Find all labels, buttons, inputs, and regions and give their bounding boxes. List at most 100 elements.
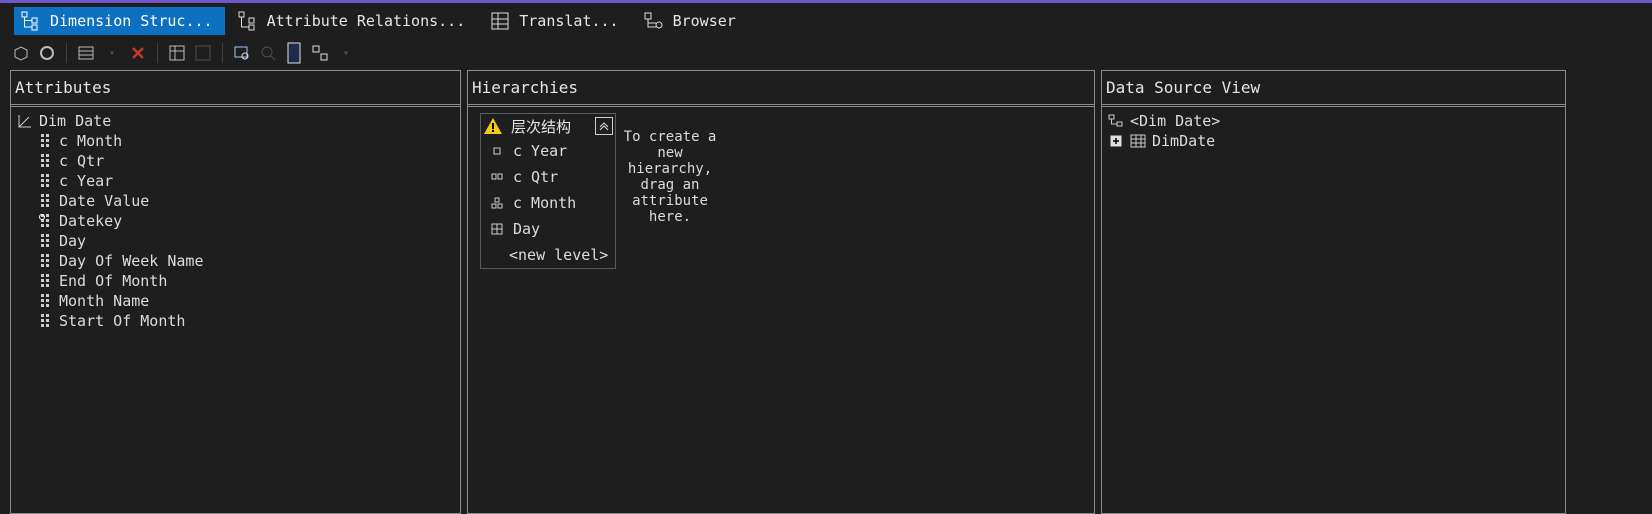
attribute-item[interactable]: c Month [17,131,460,151]
dimension-name: Dim Date [39,112,112,130]
dsv-table-label: DimDate [1152,132,1216,150]
dimension-root-item[interactable]: Dim Date [17,111,460,131]
dropdown-arrow-button[interactable]: ▾ [101,42,123,64]
level-two-icon [489,169,505,185]
table-view-icon [78,46,94,60]
attribute-label: c Qtr [59,152,105,170]
hint-line: here. [648,209,692,225]
cube-icon [14,46,28,61]
level-label: c Qtr [513,168,559,186]
hint-line: drag an [640,177,700,193]
arrange-dropdown-button[interactable]: ▾ [335,42,357,64]
hierarchy-title[interactable]: 层次结构 [481,114,615,138]
attribute-label: c Year [59,172,114,190]
attributes-panel: Attributes Dim Date c Month c Qtr c Year Da… [10,70,461,514]
diagram-icon [195,45,211,61]
toolbar-separator [66,43,67,63]
attribute-item[interactable]: End Of Month [17,271,460,291]
hierarchy-level-item[interactable]: c Year [481,138,615,164]
delete-icon [132,47,144,59]
find-table-icon [234,46,249,60]
hint-line: To create a [623,129,717,145]
tab-browser[interactable]: Browser [637,7,748,35]
data-source-view-panel: Data Source View <Dim Date> DimDate [1101,70,1566,514]
dsv-root-item[interactable]: <Dim Date> [1108,111,1565,131]
delete-button[interactable] [127,42,149,64]
attributes-tree: Dim Date c Month c Qtr c Year Date Value Dat… [11,107,460,331]
show-grid-button[interactable] [166,42,188,64]
dimension-structure-icon [21,11,38,31]
find-button[interactable] [231,42,253,64]
refresh-icon [40,46,54,60]
process-button[interactable] [36,42,58,64]
attribute-item[interactable]: c Qtr [17,151,460,171]
new-level-label: <new level> [509,246,609,264]
expand-plus-icon[interactable] [1108,133,1124,149]
attribute-item[interactable]: Date Value [17,191,460,211]
level-three-icon [489,195,505,211]
panel-header: Hierarchies [468,71,1094,107]
attribute-label: Start Of Month [59,312,186,330]
key-attribute-icon [37,213,53,229]
dsv-table-item[interactable]: DimDate [1108,131,1565,151]
tab-translations[interactable]: Translat... [483,7,630,35]
attribute-item[interactable]: Day [17,231,460,251]
attribute-item[interactable]: Day Of Week Name [17,251,460,271]
attribute-item[interactable]: Start Of Month [17,311,460,331]
attribute-icon [37,153,53,169]
add-business-intelligence-button[interactable] [10,42,32,64]
attribute-label: Datekey [59,212,123,230]
table-icon [1130,133,1146,149]
attribute-item[interactable]: c Year [17,171,460,191]
tab-label: Dimension Struc... [50,12,213,30]
hierarchy-level-item[interactable]: c Month [481,190,615,216]
new-level-item[interactable]: <new level> [481,242,615,268]
attribute-icon [37,313,53,329]
dimension-icon [17,113,33,129]
show-table-button[interactable] [75,42,97,64]
attribute-label: Month Name [59,292,150,310]
level-label: c Year [513,142,568,160]
chevron-down-icon: ▾ [342,47,350,59]
panel-header: Attributes [11,71,460,107]
zoom-button[interactable] [257,42,279,64]
level-label: c Month [513,194,577,212]
dsv-tree: <Dim Date> DimDate [1102,107,1565,151]
fit-page-button[interactable] [283,42,305,64]
toolbar-separator [222,43,223,63]
attribute-icon [37,233,53,249]
page-icon [287,42,301,64]
diagram-node-icon [1108,113,1124,129]
hint-line: attribute [632,193,708,209]
attribute-item[interactable]: Month Name [17,291,460,311]
tab-dimension-structure[interactable]: Dimension Struc... [14,7,225,35]
attribute-icon [37,193,53,209]
show-diagram-button[interactable] [192,42,214,64]
level-four-icon [489,221,505,237]
hierarchy-hint: To create a new hierarchy, drag an attribute… [618,129,722,225]
attribute-relationships-icon [238,11,255,31]
arrange-tables-button[interactable] [309,42,331,64]
hierarchy-level-item[interactable]: c Qtr [481,164,615,190]
chevron-down-icon: ▾ [108,47,116,59]
attribute-label: Day [59,232,87,250]
attribute-label: Day Of Week Name [59,252,204,270]
tab-label: Attribute Relations... [266,12,466,30]
tab-attribute-relationships[interactable]: Attribute Relations... [231,7,478,35]
hierarchy-box[interactable]: 层次结构 c Year c Qtr c Month Day <new level> [480,113,616,269]
collapse-icon[interactable] [595,117,613,135]
attribute-icon [37,173,53,189]
window-accent-line [0,0,1652,3]
attribute-item[interactable]: Datekey [17,211,460,231]
dsv-root-label: <Dim Date> [1130,112,1221,130]
attribute-icon [37,273,53,289]
hierarchies-panel: Hierarchies 层次结构 c Year c Qtr c Month Day <… [467,70,1095,514]
designer-toolbar: ▾ ▾ [10,40,357,66]
translations-icon [491,12,509,30]
level-one-icon [489,143,505,159]
attribute-label: Date Value [59,192,150,210]
warning-icon [484,118,502,134]
attribute-icon [37,133,53,149]
attribute-label: End Of Month [59,272,168,290]
hierarchy-level-item[interactable]: Day [481,216,615,242]
